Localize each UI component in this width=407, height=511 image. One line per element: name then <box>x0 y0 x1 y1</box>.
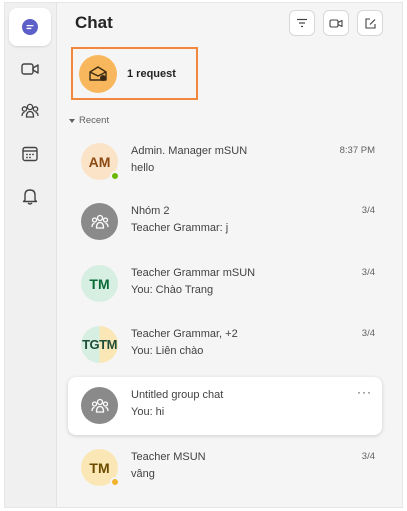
chat-name: Nhóm 2 <box>131 205 170 217</box>
avatar-initials: AM <box>88 153 111 170</box>
rail-calendar-button[interactable] <box>9 135 51 173</box>
chat-requests-item[interactable]: 1 request <box>71 47 198 100</box>
avatar-initials: TGTM <box>82 337 117 352</box>
page-title: Chat <box>75 13 113 32</box>
presence-away-icon <box>110 477 120 487</box>
avatar-initials: TM <box>89 459 110 476</box>
group-icon <box>90 398 109 413</box>
request-label: 1 request <box>127 67 176 80</box>
envelope-person-icon <box>89 65 107 81</box>
chat-name: Teacher MSUN <box>131 451 206 463</box>
chat-name: Teacher Grammar, +2 <box>131 328 238 340</box>
rail-meet-button[interactable] <box>9 50 51 88</box>
chat-item[interactable]: AM Admin. Manager mSUN hello 8:37 PM <box>68 133 382 191</box>
new-chat-button[interactable] <box>357 10 383 36</box>
avatar <box>81 387 118 424</box>
chat-time: 3/4 <box>361 205 375 216</box>
presence-available-icon <box>110 171 120 181</box>
chat-name: Teacher Grammar mSUN <box>131 267 256 279</box>
rail-activity-button[interactable] <box>9 177 51 215</box>
chat-name: Admin. Manager mSUN <box>131 145 248 157</box>
meet-now-button[interactable] <box>323 10 349 36</box>
avatar: TGTM <box>81 326 118 363</box>
chat-time: 3/4 <box>361 267 375 278</box>
request-avatar <box>79 54 117 93</box>
chat-item[interactable]: TM Teacher MSUN vâng 3/4 <box>68 439 382 497</box>
avatar: TM <box>81 265 118 302</box>
people-community-icon <box>21 103 39 118</box>
bell-icon <box>22 189 38 205</box>
avatar-initials: TM <box>89 275 110 292</box>
chat-preview: Teacher Grammar: j <box>131 222 229 234</box>
chat-name: Untitled group chat <box>131 389 224 401</box>
chat-icon <box>22 19 38 35</box>
app-rail <box>5 3 57 507</box>
chat-time: 3/4 <box>361 451 375 462</box>
caret-down-icon <box>69 118 75 123</box>
chat-preview: You: Chào Trang <box>131 284 214 296</box>
chat-item[interactable]: TGTM Teacher Grammar, +2 You: Liên chào … <box>68 316 382 374</box>
chat-preview: vâng <box>131 468 155 480</box>
avatar: TM <box>81 449 120 487</box>
chat-list-pane: Chat 1 request Recent AM Admin. Manager … <box>58 3 402 507</box>
compose-icon <box>364 17 376 29</box>
video-camera-icon <box>329 18 343 28</box>
calendar-icon <box>22 146 38 162</box>
chat-preview: You: Liên chào <box>131 345 204 357</box>
video-camera-icon <box>21 63 39 75</box>
filter-icon <box>297 18 307 28</box>
more-options-button[interactable]: ··· <box>357 385 372 399</box>
section-label: Recent <box>79 115 110 126</box>
chat-time: 3/4 <box>361 328 375 339</box>
rail-chat-button[interactable] <box>9 8 51 46</box>
rail-communities-button[interactable] <box>9 92 51 130</box>
chat-item[interactable]: Nhóm 2 Teacher Grammar: j 3/4 <box>68 193 382 251</box>
chat-preview: You: hi <box>131 406 165 418</box>
filter-button[interactable] <box>289 10 315 36</box>
chat-item-selected[interactable]: Untitled group chat You: hi ··· <box>68 377 382 435</box>
chat-preview: hello <box>131 162 155 174</box>
group-icon <box>90 214 109 229</box>
chat-time: 8:37 PM <box>339 145 375 156</box>
avatar <box>81 203 118 240</box>
chat-item[interactable]: TM Teacher Grammar mSUN You: Chào Trang … <box>68 255 382 313</box>
teams-window: Chat 1 request Recent AM Admin. Manager … <box>4 2 403 508</box>
avatar: AM <box>81 143 120 181</box>
recent-section-header[interactable]: Recent <box>69 115 109 126</box>
